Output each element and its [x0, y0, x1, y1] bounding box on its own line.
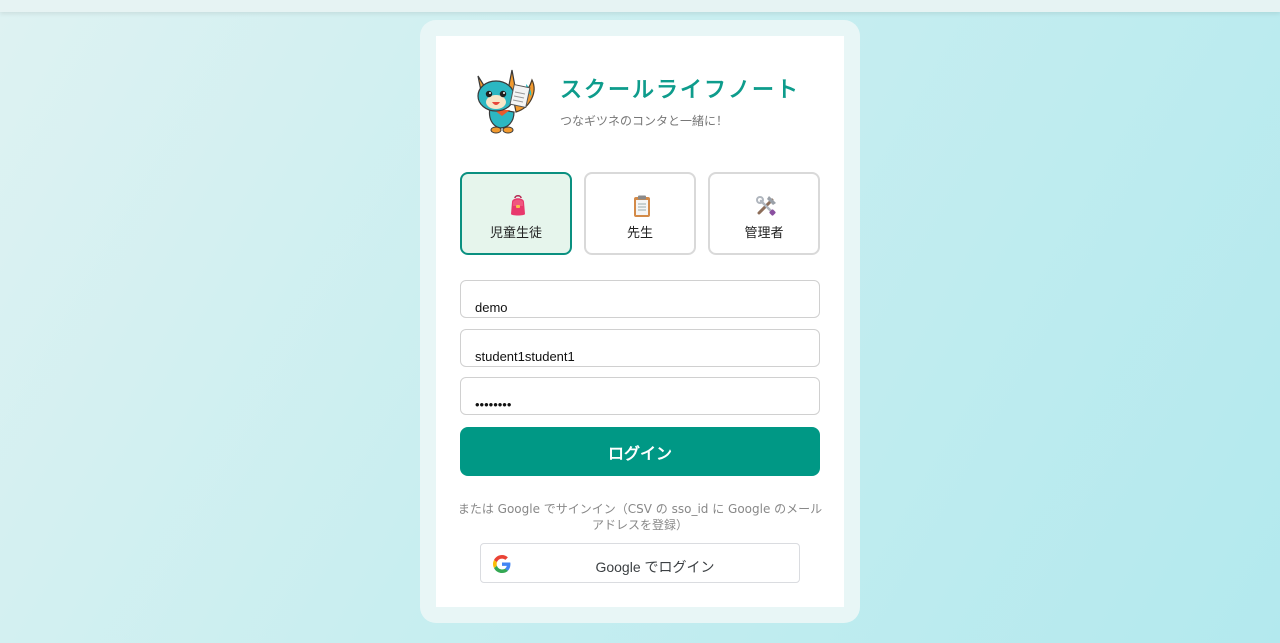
- role-student-button[interactable]: 児童生徒: [460, 172, 572, 255]
- password-input[interactable]: [460, 377, 820, 415]
- google-signin-note: または Google でサインイン（CSV の sso_id に Google …: [457, 502, 823, 532]
- role-selector: 児童生徒 先生 管理者: [460, 172, 820, 256]
- role-teacher-button[interactable]: 先生: [584, 172, 696, 255]
- google-g-icon: [493, 555, 511, 573]
- fox-mascot-icon: [477, 69, 535, 134]
- role-student-label: 児童生徒: [489, 226, 542, 241]
- app-subtitle: つなギツネのコンタと一緒に！: [560, 114, 729, 128]
- school-code-input[interactable]: [460, 280, 820, 318]
- clipboard-icon: [634, 195, 650, 217]
- browser-top-bar: [0, 0, 1280, 12]
- google-login-label: Google でログイン: [595, 559, 715, 575]
- user-id-input[interactable]: [460, 329, 820, 367]
- login-button[interactable]: ログイン: [460, 427, 820, 476]
- google-login-button[interactable]: Google でログイン: [480, 543, 800, 583]
- brand-header: スクールライフノート つなギツネのコンタと一緒に！: [468, 62, 808, 138]
- login-card: スクールライフノート つなギツネのコンタと一緒に！ 児童生徒 先生 管理者 de…: [436, 36, 844, 607]
- tools-icon: [756, 196, 776, 216]
- role-admin-button[interactable]: 管理者: [708, 172, 820, 255]
- school-bag-icon: [511, 195, 525, 216]
- app-title: スクールライフノート: [560, 78, 801, 103]
- role-admin-label: 管理者: [744, 226, 784, 241]
- role-teacher-label: 先生: [626, 226, 653, 241]
